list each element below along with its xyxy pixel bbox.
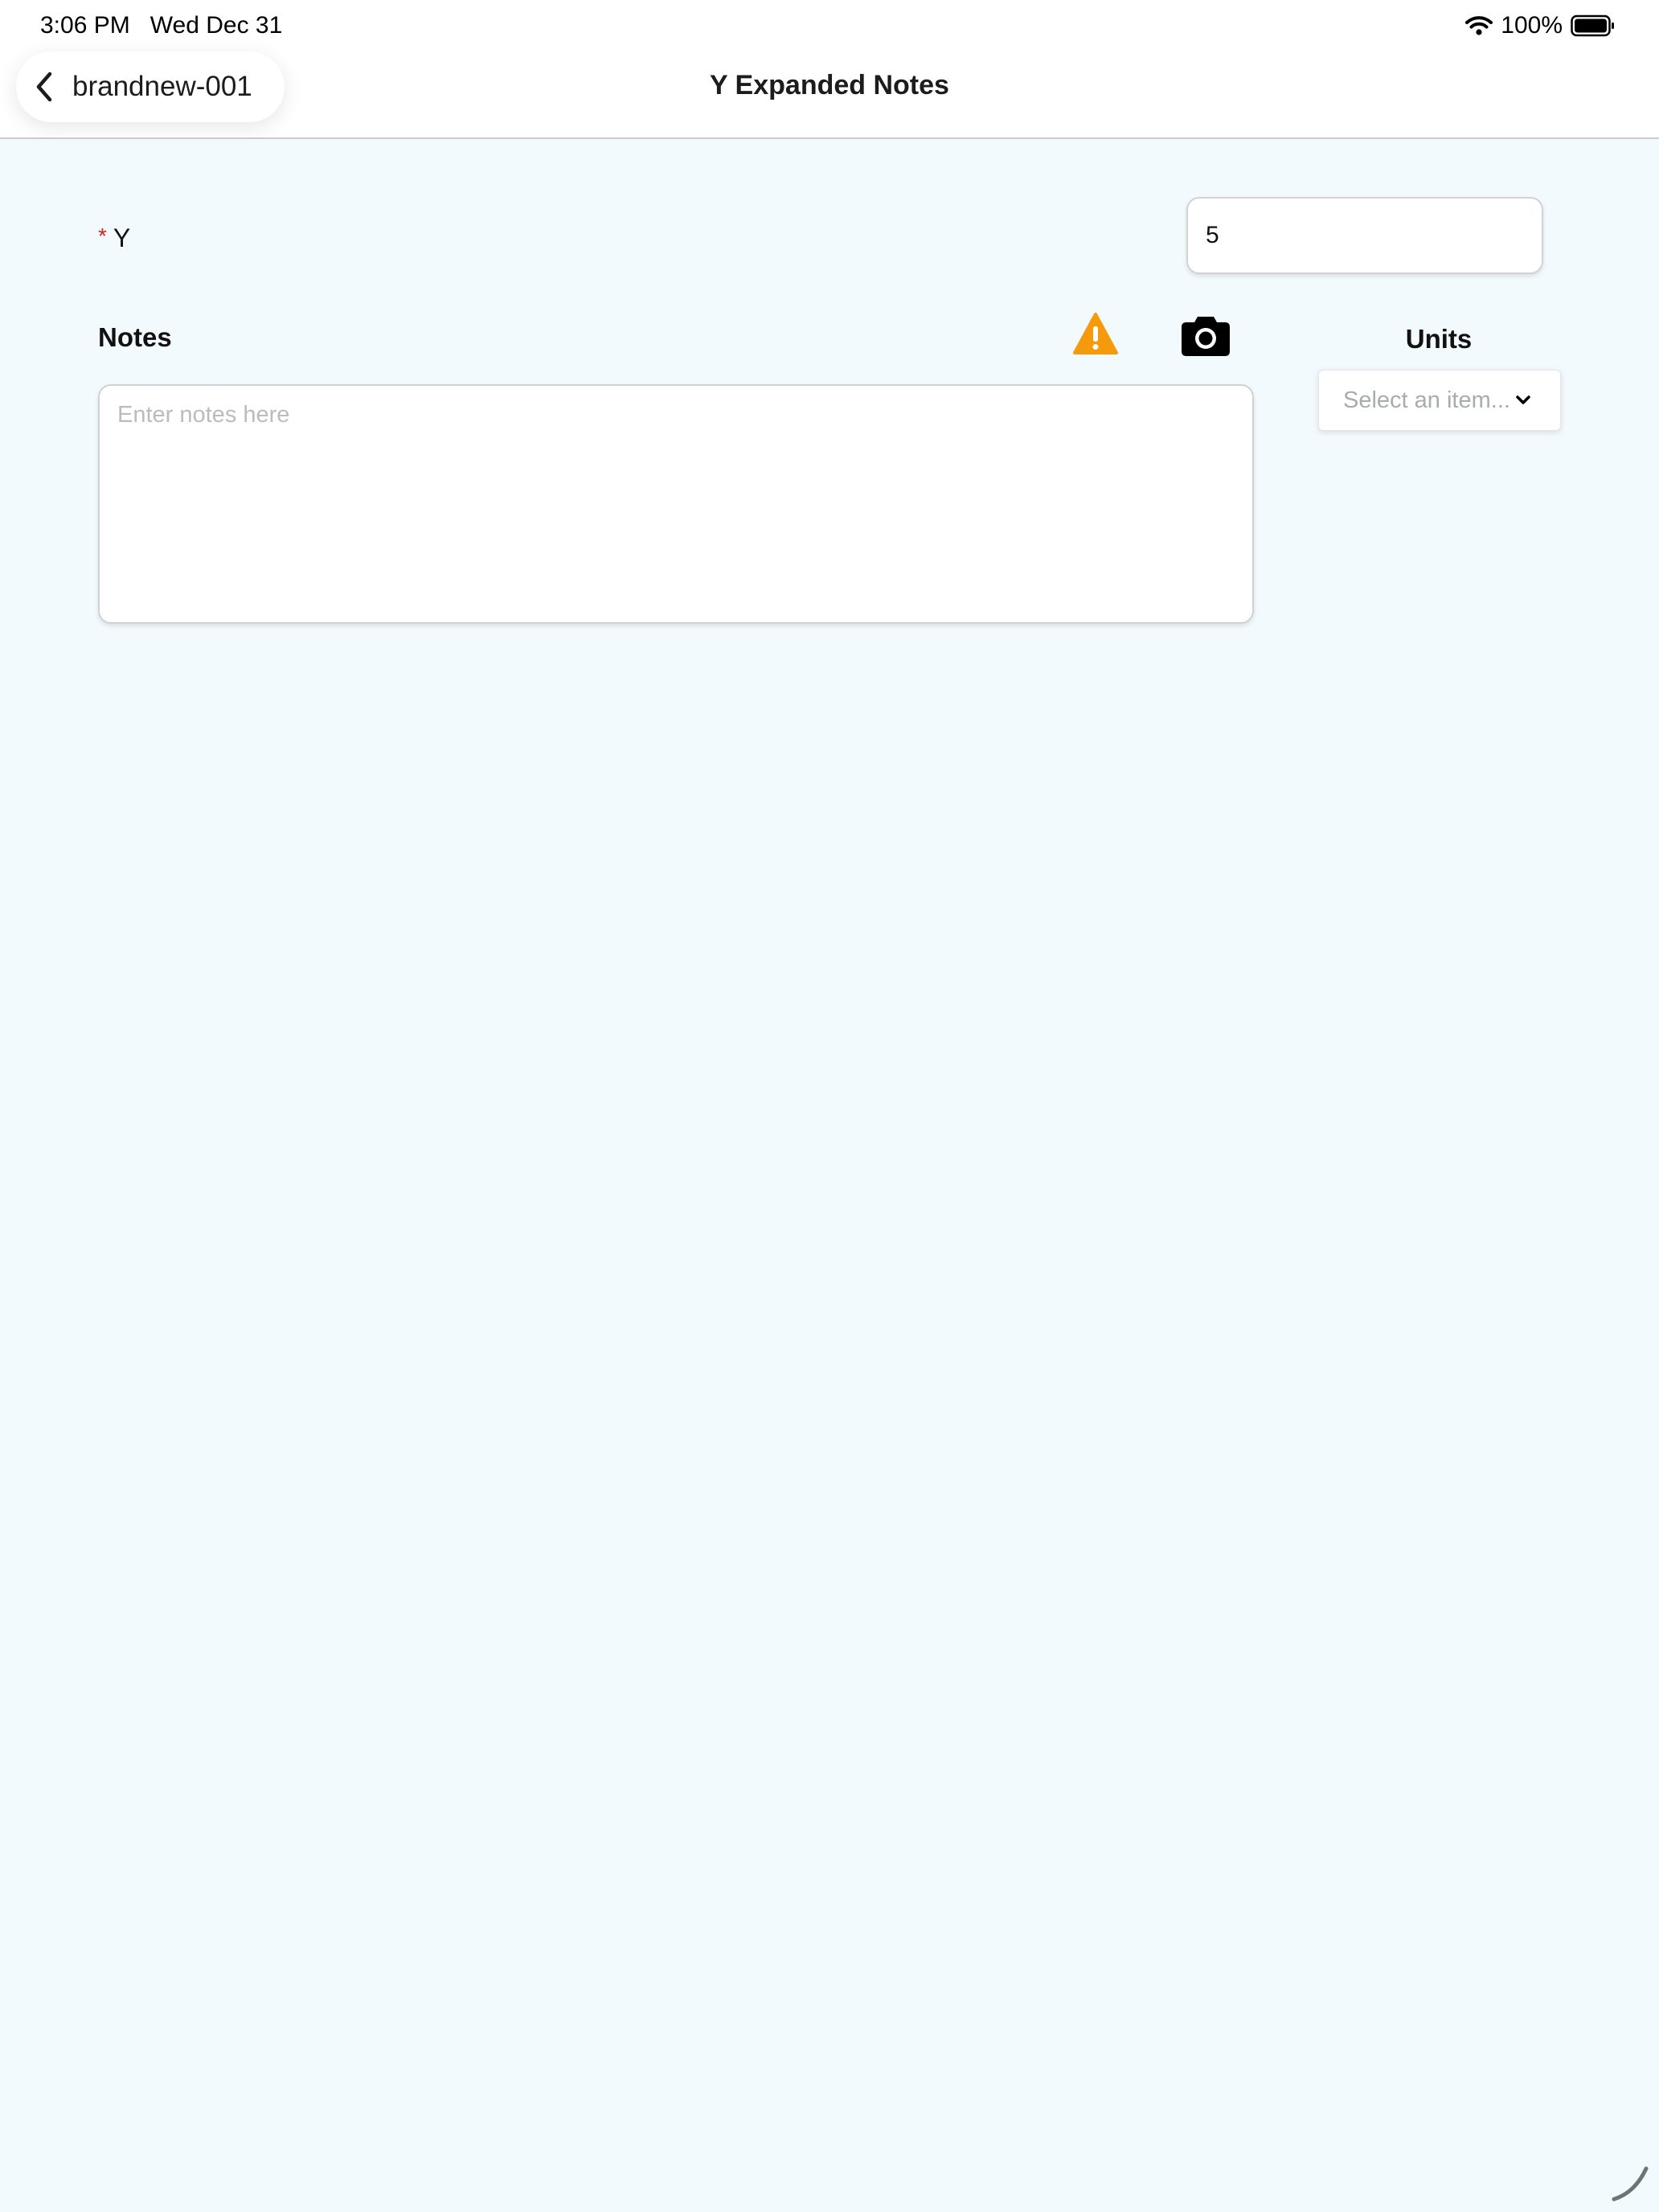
y-field-label-text: Y: [113, 223, 131, 252]
units-label: Units: [1405, 324, 1473, 354]
wifi-icon: [1465, 16, 1493, 35]
required-marker: *: [98, 223, 107, 248]
y-field-label: * Y: [98, 219, 130, 256]
notes-label: Notes: [98, 322, 172, 352]
units-placeholder: Select an item...: [1343, 387, 1510, 413]
notes-textarea[interactable]: [98, 384, 1254, 624]
battery-percent: 100%: [1501, 12, 1563, 39]
resize-handle-icon[interactable]: [1611, 2162, 1651, 2202]
top-bar: 3:06 PM Wed Dec 31 100% brandnew-001 Y E…: [0, 0, 1659, 139]
status-clock: 3:06 PM: [40, 12, 130, 39]
chevron-down-icon: [1516, 395, 1530, 404]
units-dropdown[interactable]: Select an item...: [1318, 370, 1561, 431]
status-time: 3:06 PM Wed Dec 31: [40, 11, 282, 40]
page-title: Y Expanded Notes: [710, 70, 949, 100]
status-date: Wed Dec 31: [150, 12, 283, 39]
camera-icon[interactable]: [1180, 313, 1231, 358]
y-value-input[interactable]: [1186, 197, 1543, 274]
warning-icon[interactable]: [1072, 312, 1119, 357]
battery-icon: [1571, 14, 1614, 37]
status-indicators: 100%: [1465, 10, 1616, 42]
